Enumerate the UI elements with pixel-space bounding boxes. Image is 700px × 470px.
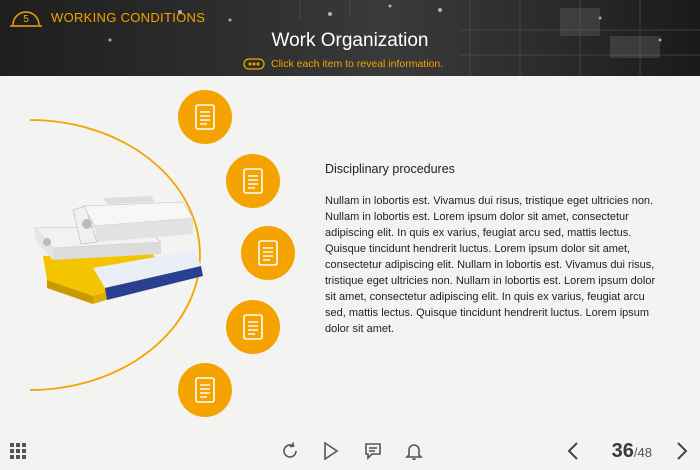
item-1-button[interactable] bbox=[178, 90, 232, 144]
notifications-button[interactable] bbox=[403, 440, 425, 462]
content-area: Disciplinary procedures Nullam in lobort… bbox=[0, 76, 700, 432]
replay-button[interactable] bbox=[279, 440, 301, 462]
section-title: WORKING CONDITIONS bbox=[51, 10, 206, 25]
chevron-right-icon bbox=[677, 442, 688, 460]
document-icon bbox=[258, 240, 278, 266]
document-icon bbox=[243, 314, 263, 340]
info-body: Nullam in lobortis est. Vivamus dui risu… bbox=[325, 195, 656, 335]
item-3-button[interactable] bbox=[241, 226, 295, 280]
previous-button[interactable] bbox=[562, 440, 584, 462]
hint-icon bbox=[243, 58, 265, 70]
play-button[interactable] bbox=[320, 440, 342, 462]
section-number: 5 bbox=[23, 14, 29, 25]
document-icon bbox=[243, 168, 263, 194]
instruction: Click each item to reveal information. bbox=[243, 57, 443, 71]
instruction-text: Click each item to reveal information. bbox=[271, 58, 444, 70]
chevron-left-icon bbox=[567, 442, 578, 460]
transcript-button[interactable] bbox=[362, 440, 384, 462]
header-bar: 5 WORKING CONDITIONS Work Organization C… bbox=[0, 0, 700, 76]
total-pages: /48 bbox=[633, 445, 652, 460]
play-icon bbox=[324, 442, 339, 460]
replay-icon bbox=[283, 442, 297, 458]
binders-image bbox=[34, 196, 203, 304]
bell-icon bbox=[405, 444, 423, 460]
page-title: Work Organization bbox=[271, 30, 429, 51]
footer-bar: 36/48 bbox=[0, 432, 700, 470]
current-page: 36 bbox=[611, 440, 634, 462]
item-2-button[interactable] bbox=[226, 154, 280, 208]
next-button[interactable] bbox=[671, 440, 693, 462]
item-4-button[interactable] bbox=[226, 300, 280, 354]
document-icon bbox=[195, 104, 215, 130]
grid-icon bbox=[10, 443, 26, 459]
info-title: Disciplinary procedures bbox=[325, 162, 455, 176]
document-icon bbox=[195, 377, 215, 403]
chat-icon bbox=[365, 443, 381, 460]
section-badge-icon: 5 bbox=[10, 11, 42, 27]
page-counter: 36/48 bbox=[612, 440, 652, 463]
item-5-button[interactable] bbox=[178, 363, 232, 417]
menu-grid-button[interactable] bbox=[7, 440, 29, 462]
